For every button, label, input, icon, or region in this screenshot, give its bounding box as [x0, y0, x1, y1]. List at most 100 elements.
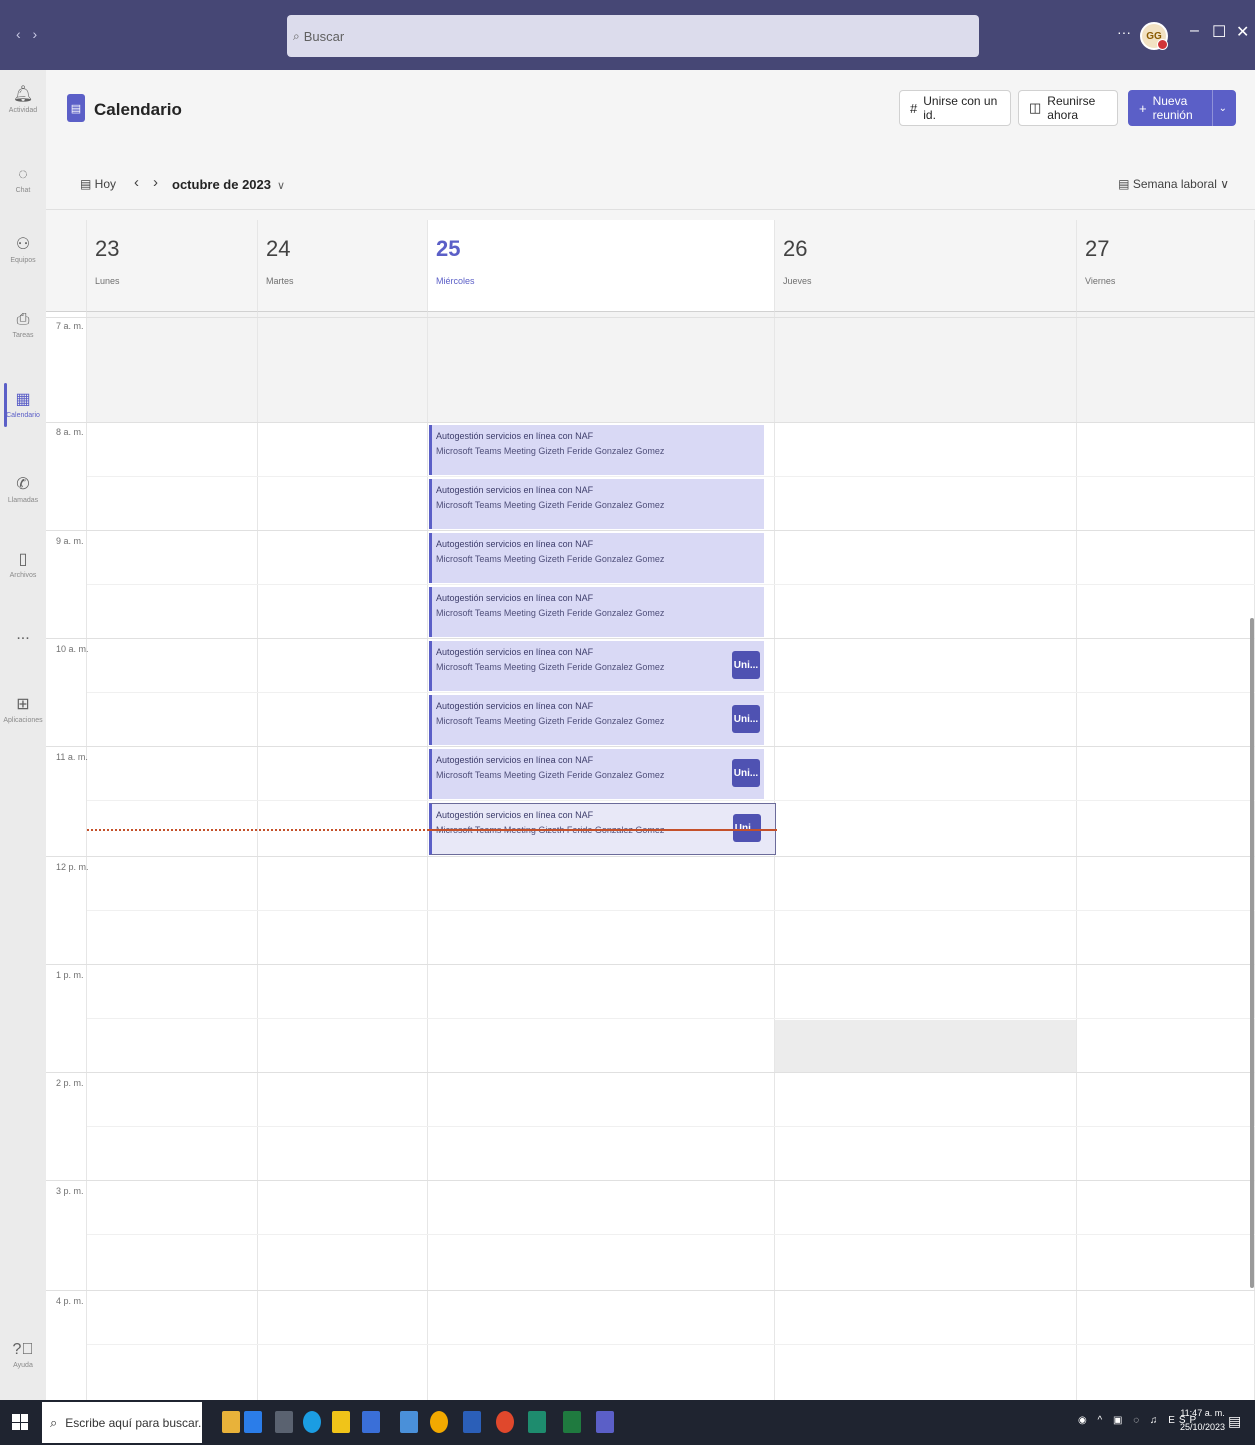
restore-button[interactable]: ☐ [1212, 22, 1226, 42]
join-button[interactable]: Uni... [732, 651, 760, 679]
task-view-icon[interactable] [275, 1411, 293, 1433]
plus-icon: + [1139, 100, 1147, 116]
chrome-icon[interactable] [430, 1411, 448, 1433]
help-icon[interactable]: ◉ [1078, 1415, 1091, 1426]
rail-item-calls[interactable]: ✆ Llamadas [0, 460, 46, 520]
time-label: 1 p. m. [56, 970, 84, 980]
day-header-wed[interactable]: 25 Miércoles [428, 220, 775, 312]
chevron-down-icon[interactable]: ⌄ [1219, 103, 1227, 114]
event-title: Autogestión servicios en línea con NAF [436, 701, 594, 711]
avatar[interactable]: GG [1140, 22, 1168, 50]
rail-item-help[interactable]: ?⃝ Ayuda [0, 1325, 46, 1385]
event-subtitle: Microsoft Teams Meeting Gizeth Feride Go… [436, 770, 665, 780]
rail-label: Ayuda [13, 1362, 33, 1369]
day-header-thu[interactable]: 26 Jueves [775, 220, 1077, 312]
half-hour-line [87, 1344, 1255, 1345]
date-nav: ‹› [134, 174, 172, 191]
join-button[interactable]: Uni... [732, 705, 760, 733]
chat-icon: ◌ [18, 166, 28, 183]
join-button[interactable]: Uni... [732, 759, 760, 787]
rail-item-files[interactable]: ▯ Archivos [0, 535, 46, 595]
meet-now-button[interactable]: ◫ Reunirse ahora [1018, 90, 1118, 126]
calendar-event[interactable]: Autogestión servicios en línea con NAF M… [429, 641, 764, 691]
word-icon[interactable] [463, 1411, 481, 1433]
month-picker[interactable]: octubre de 2023 ∨ [172, 177, 285, 192]
hour-line [46, 317, 1255, 318]
calendar-event[interactable]: Autogestión servicios en línea con NAF M… [429, 533, 764, 583]
today-button[interactable]: ▤ Hoy [80, 177, 116, 191]
history-nav[interactable]: ‹ › [16, 26, 41, 42]
day-number: 26 [783, 236, 808, 261]
view-switcher[interactable]: ▤ Semana laboral ∨ [1118, 177, 1229, 191]
calendar-event[interactable]: Autogestión servicios en línea con NAF M… [429, 425, 764, 475]
teams-icon[interactable] [596, 1411, 614, 1433]
file-explorer-icon[interactable] [332, 1411, 350, 1433]
rail-item-chat[interactable]: ◌ Chat [0, 150, 46, 210]
teams-icon: ⚇ [15, 236, 31, 253]
taskbar-app-icon[interactable] [222, 1411, 240, 1433]
new-meeting-button[interactable]: + Nueva reunión ⌄ [1128, 90, 1236, 126]
day-header-tue[interactable]: 24 Martes [258, 220, 428, 312]
time-label: 2 p. m. [56, 1078, 84, 1088]
day-name: Lunes [95, 276, 120, 286]
join-button[interactable]: Uni... [733, 814, 761, 842]
rail-item-activity[interactable]: 🔔︎ Actividad [0, 70, 46, 130]
rail-label: Chat [15, 187, 31, 194]
scrollbar[interactable] [1250, 618, 1254, 1288]
taskbar-app-icon[interactable] [362, 1411, 380, 1433]
view-label: Semana laboral [1132, 177, 1217, 191]
next-week-button[interactable]: › [153, 174, 172, 191]
half-hour-line [87, 800, 1255, 801]
new-meeting-label: Nueva reunión [1152, 94, 1193, 122]
bell-icon: 🔔︎ [12, 86, 34, 103]
rail-item-calendar[interactable]: ▦ Calendario [0, 375, 46, 435]
calendar-header: ▤ Calendario # Unirse con un id. ◫ Reuni… [46, 70, 1255, 150]
notification-icon[interactable]: ▤ [1228, 1413, 1241, 1430]
event-title: Autogestión servicios en línea con NAF [436, 593, 594, 603]
hour-line [46, 1072, 1255, 1073]
day-number: 27 [1085, 236, 1110, 261]
title-bar: ‹ › ⌕ Buscar ··· GG – ☐ ✕ [0, 0, 1255, 70]
search-icon: ⌕ [50, 1414, 58, 1430]
rail-item-apps[interactable]: ⊞ Aplicaciones [0, 680, 46, 740]
excel-icon[interactable] [563, 1411, 581, 1433]
half-hour-line [87, 1126, 1255, 1127]
taskbar-app-icon[interactable] [400, 1411, 418, 1433]
taskbar-search[interactable]: ⌕ Escribe aquí para buscar. [42, 1402, 202, 1443]
join-with-id-button[interactable]: # Unirse con un id. [899, 90, 1011, 126]
taskbar-app-icon[interactable] [496, 1411, 514, 1433]
more-options-button[interactable]: ··· [1117, 24, 1131, 40]
divider [1211, 90, 1213, 126]
rail-label: Tareas [12, 332, 34, 339]
event-subtitle: Microsoft Teams Meeting Gizeth Feride Go… [436, 446, 665, 456]
rail-item-tasks[interactable]: ⎙ Tareas [0, 295, 46, 355]
time-gutter-header [46, 220, 87, 312]
calendar-event[interactable]: Autogestión servicios en línea con NAF M… [429, 695, 764, 745]
rail-item-teams[interactable]: ⚇ Equipos [0, 220, 46, 280]
calendar-event[interactable]: Autogestión servicios en línea con NAF M… [429, 479, 764, 529]
taskbar-search-placeholder: Escribe aquí para buscar. [65, 1415, 202, 1430]
event-subtitle: Microsoft Teams Meeting Gizeth Feride Go… [436, 662, 665, 672]
clock[interactable]: 11:47 a. m. 25/10/2023 [1180, 1406, 1225, 1434]
tasks-icon: ⎙ [16, 311, 30, 328]
rail-item-more[interactable]: ... [0, 605, 46, 665]
prev-week-button[interactable]: ‹ [134, 174, 153, 191]
hour-line [46, 856, 1255, 857]
minimize-button[interactable]: – [1190, 22, 1199, 40]
taskbar-app-icon[interactable] [528, 1411, 546, 1433]
avatar-initials: GG [1146, 30, 1162, 42]
calendar-event[interactable]: Autogestión servicios en línea con NAF M… [429, 587, 764, 637]
rail-label: Calendario [6, 412, 40, 419]
close-button[interactable]: ✕ [1236, 22, 1249, 42]
edge-icon[interactable] [303, 1411, 321, 1433]
taskbar-app-icon[interactable] [244, 1411, 262, 1433]
rail-label: Archivos [9, 572, 37, 579]
windows-start-icon[interactable] [12, 1414, 28, 1430]
half-hour-line [87, 910, 1255, 911]
event-title: Autogestión servicios en línea con NAF [436, 755, 594, 765]
day-header-mon[interactable]: 23 Lunes [87, 220, 258, 312]
calendar-event[interactable]: Autogestión servicios en línea con NAF M… [429, 749, 764, 799]
day-header-fri[interactable]: 27 Viernes [1077, 220, 1255, 312]
hour-line [46, 1180, 1255, 1181]
search-box[interactable]: ⌕ Buscar [287, 15, 979, 57]
